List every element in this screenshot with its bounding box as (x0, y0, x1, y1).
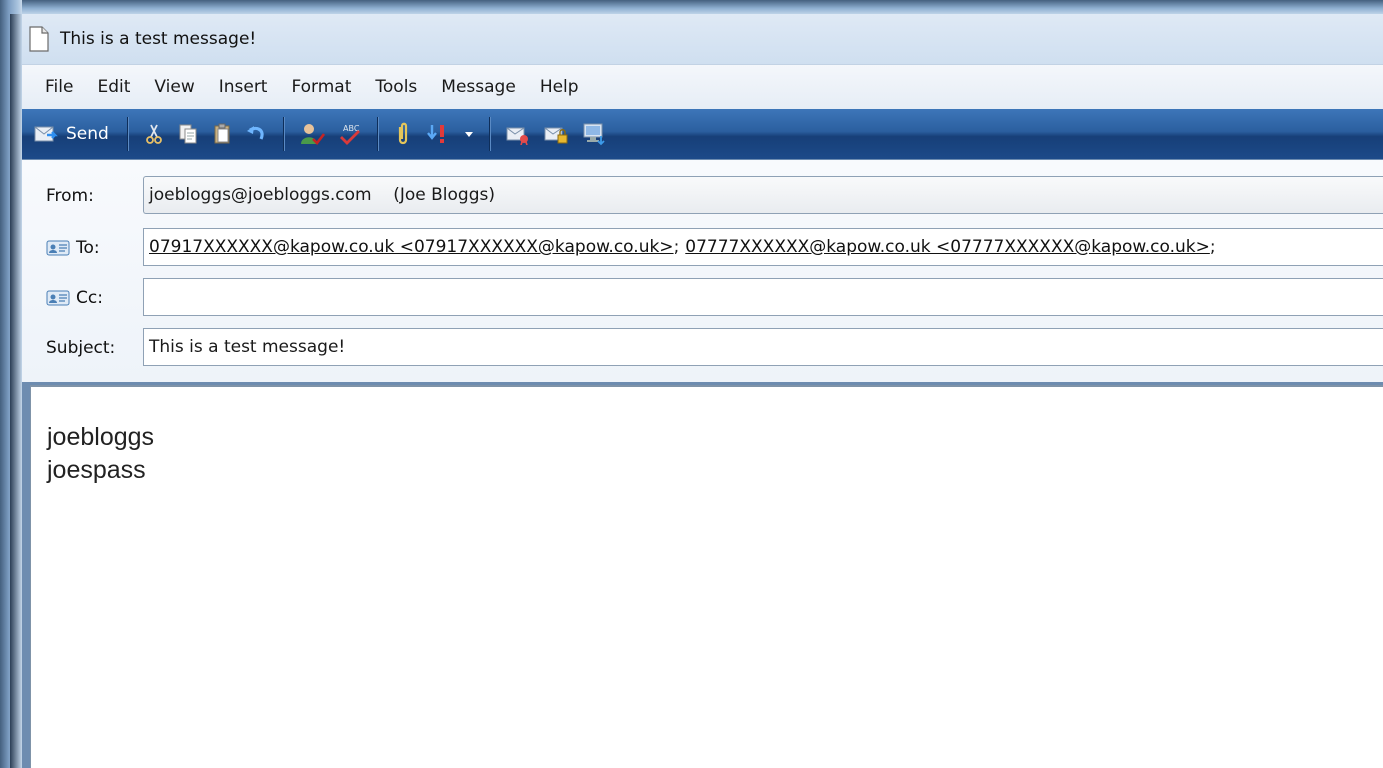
title-bar: This is a test message! (22, 14, 1383, 64)
send-icon (34, 126, 58, 142)
copy-button[interactable] (171, 115, 205, 153)
address-book-icon (46, 290, 70, 306)
attach-icon (398, 122, 407, 145)
toolbar-separator (488, 117, 491, 151)
cut-icon (145, 124, 162, 144)
from-select[interactable]: joebloggs@joebloggs.com (Joe Bloggs) (143, 176, 1383, 214)
menu-bar: File Edit View Insert Format Tools Messa… (22, 64, 1383, 110)
cc-label: Cc: (76, 288, 103, 308)
paste-icon (214, 123, 230, 144)
subject-row: Subject: This is a test message! (22, 328, 1383, 368)
to-label: To: (76, 238, 100, 258)
check-names-button[interactable] (293, 115, 331, 153)
window-frame-edge (10, 14, 22, 768)
toolbar-separator (282, 117, 285, 151)
cut-button[interactable] (137, 115, 171, 153)
window-title: This is a test message! (60, 29, 257, 49)
address-book-icon (46, 240, 70, 256)
body-line: joespass (47, 456, 146, 484)
toolbar-separator (126, 117, 129, 151)
check-names-icon (300, 124, 325, 145)
recipient-separator: ; (1209, 237, 1216, 257)
to-row: To: 07917XXXXXX@kapow.co.uk <07917XXXXXX… (22, 228, 1383, 268)
cc-field[interactable] (143, 278, 1383, 316)
toolbar-separator (376, 117, 379, 151)
from-label: From: (46, 186, 94, 206)
to-button[interactable]: To: (46, 228, 100, 268)
send-button[interactable]: Send (22, 115, 119, 153)
subject-label: Subject: (46, 338, 116, 358)
sign-icon (506, 127, 528, 145)
message-headers: From: joebloggs@joebloggs.com (Joe Blogg… (22, 160, 1383, 382)
encrypt-icon (544, 127, 568, 144)
document-icon (29, 26, 49, 52)
priority-dropdown-button[interactable] (457, 115, 481, 153)
compose-window: This is a test message! File Edit View I… (0, 0, 1383, 768)
subject-value: This is a test message! (149, 337, 346, 357)
menu-file[interactable]: File (22, 77, 85, 97)
menu-format[interactable]: Format (279, 77, 363, 97)
menu-message[interactable]: Message (429, 77, 528, 97)
priority-button[interactable] (419, 115, 457, 153)
undo-icon (246, 126, 264, 140)
message-body-text: joebloggs joespass (47, 421, 154, 487)
window-frame-top (0, 0, 1383, 14)
sign-button[interactable] (499, 115, 537, 153)
attach-button[interactable] (387, 115, 419, 153)
from-value: joebloggs@joebloggs.com (Joe Bloggs) (149, 185, 495, 205)
recipient-separator: ; (673, 237, 680, 257)
priority-icon (426, 125, 444, 143)
menu-edit[interactable]: Edit (85, 77, 142, 97)
send-label: Send (66, 124, 109, 144)
menu-tools[interactable]: Tools (363, 77, 429, 97)
encrypt-button[interactable] (537, 115, 575, 153)
chevron-down-icon (464, 132, 473, 137)
to-recipient[interactable]: 07917XXXXXX@kapow.co.uk <07917XXXXXX@kap… (149, 237, 674, 257)
cc-button[interactable]: Cc: (46, 278, 103, 318)
spelling-button[interactable]: ABC (331, 115, 369, 153)
body-line: joebloggs (47, 423, 155, 451)
paste-button[interactable] (205, 115, 239, 153)
work-offline-icon (583, 123, 605, 146)
from-row: From: joebloggs@joebloggs.com (Joe Blogg… (22, 176, 1383, 216)
to-field[interactable]: 07917XXXXXX@kapow.co.uk <07917XXXXXX@kap… (143, 228, 1383, 266)
spelling-icon: ABC (339, 124, 360, 145)
work-offline-button[interactable] (575, 115, 613, 153)
menu-insert[interactable]: Insert (207, 77, 280, 97)
message-body[interactable]: joebloggs joespass (30, 385, 1383, 768)
copy-icon (179, 124, 197, 144)
subject-field[interactable]: This is a test message! (143, 328, 1383, 366)
undo-button[interactable] (239, 115, 275, 153)
cc-row: Cc: (22, 278, 1383, 318)
menu-view[interactable]: View (142, 77, 206, 97)
menu-help[interactable]: Help (528, 77, 591, 97)
toolbar: Send ABC (22, 109, 1383, 159)
to-recipient[interactable]: 07777XXXXXX@kapow.co.uk <07777XXXXXX@kap… (685, 237, 1210, 257)
